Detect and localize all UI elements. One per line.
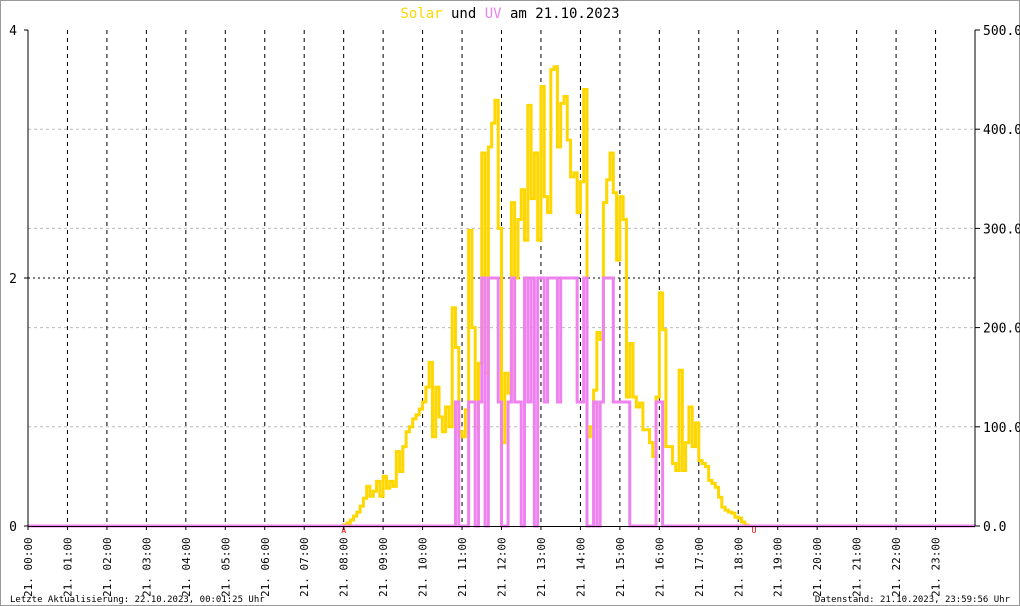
title-uv: UV [485,6,502,22]
x-tick-label: 21. 12:00 [496,537,509,597]
x-tick-label: 21. 22:00 [890,537,903,597]
x-tick-label: 21. 21:00 [851,537,864,597]
x-tick-label: 21. 20:00 [811,537,824,597]
x-tick-label: 21. 05:00 [219,537,232,597]
chart-title: Solar und UV am 21.10.2023 [400,6,619,22]
title-date: am 21.10.2023 [502,6,620,22]
x-tick-label: 21. 07:00 [298,537,311,597]
right-tick-label: 200.0 [983,322,1020,337]
title-solar: Solar [400,6,442,22]
sunset-marker: U [752,526,757,535]
data-status-text: Datenstand: 21.10.2023, 23:59:56 Uhr [815,595,1011,605]
x-tick-label: 21. 19:00 [772,537,785,597]
x-tick-label: 21. 09:00 [377,537,390,597]
right-tick-label: 100.0 [983,421,1020,436]
x-tick-label: 21. 18:00 [732,537,745,597]
right-tick-label: 500.0 [983,24,1020,39]
right-tick-label: 0.0 [983,520,1006,535]
x-tick-label: 21. 16:00 [653,537,666,597]
left-tick-label: 2 [9,272,17,287]
left-tick-label: 4 [9,24,17,39]
x-tick-label: 21. 13:00 [535,537,548,597]
x-tick-label: 21. 10:00 [417,537,430,597]
x-tick-label: 21. 00:00 [22,537,35,597]
x-tick-label: 21. 01:00 [61,537,74,597]
right-tick-label: 400.0 [983,123,1020,138]
x-tick-label: 21. 02:00 [101,537,114,597]
left-tick-label: 0 [9,520,17,535]
x-tick-label: 21. 15:00 [614,537,627,597]
x-tick-label: 21. 23:00 [930,537,943,597]
x-tick-label: 21. 04:00 [180,537,193,597]
x-tick-label: 21. 17:00 [693,537,706,597]
solar-uv-chart: AU 0240.0100.0200.0300.0400.0500.021. 00… [0,0,1020,606]
right-tick-label: 300.0 [983,222,1020,237]
chart-container: AU 0 2 4 0.0 100.0 200.0 300.0 400.0 500.0 21. 00… [0,0,1020,606]
last-update-text: Letzte Aktualisierung: 22.10.2023, 00:01… [10,595,265,605]
x-tick-label: 21. 03:00 [140,537,153,597]
x-tick-label: 21. 06:00 [259,537,272,597]
x-tick-label: 21. 08:00 [338,537,351,597]
x-tick-label: 21. 14:00 [574,537,587,597]
title-und: und [443,6,485,22]
x-tick-label: 21. 11:00 [456,537,469,597]
